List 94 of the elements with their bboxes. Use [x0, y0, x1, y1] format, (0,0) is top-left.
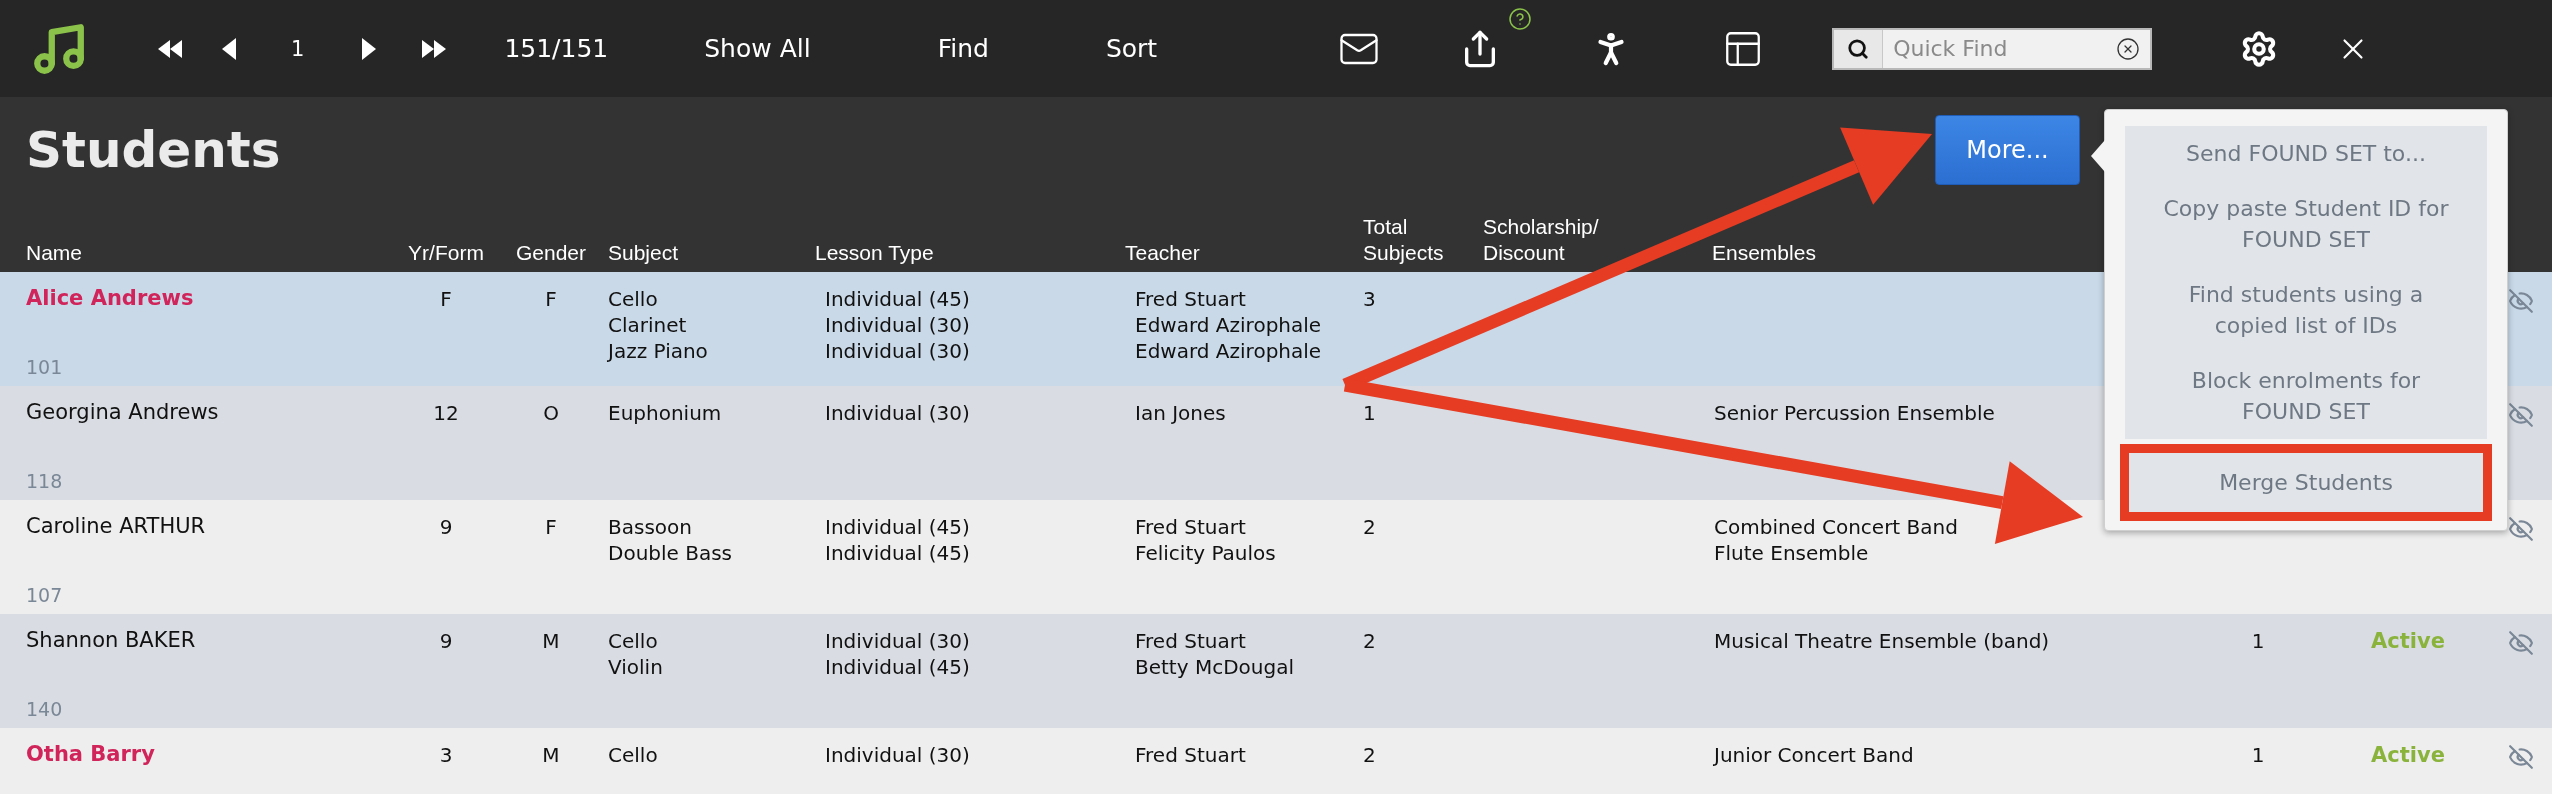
table-cell-text: Individual (30): [825, 628, 971, 654]
table-cell: 1: [2251, 629, 2265, 653]
table-cell-text: Individual (30): [825, 338, 971, 364]
table-cell: 1: [2251, 743, 2265, 767]
table-cell-text: Felicity Paulos: [1135, 540, 1277, 566]
eye-slash-icon[interactable]: [2508, 744, 2534, 770]
eye-slash-icon[interactable]: [2508, 402, 2534, 428]
table-cell-text: Edward Azirophale: [1135, 338, 1323, 364]
table-cell: 2: [1363, 515, 1376, 539]
last-record-icon[interactable]: [422, 39, 447, 58]
table-cell: 9: [439, 629, 453, 653]
clear-icon[interactable]: [2116, 36, 2141, 61]
table-cell-text: Fred Stuart: [1135, 514, 1247, 540]
toolbar-button[interactable]: Show All: [698, 30, 817, 67]
status-text: Active: [2371, 743, 2445, 767]
table-cell-text: Cello: [608, 286, 659, 312]
menu-item[interactable]: Copy paste Student ID for FOUND SET: [2125, 181, 2487, 267]
table-cell: F: [440, 287, 452, 311]
column-header: Scholarship/ Discount: [1482, 213, 1600, 266]
table-cell: 2: [1363, 629, 1376, 653]
student-id: 107: [26, 584, 64, 606]
column-header: Yr/Form: [407, 239, 485, 266]
table-cell-text: Combined Concert Band: [1714, 514, 1959, 540]
table-cell-text: Individual (45): [825, 654, 971, 680]
table-cell: 3: [439, 743, 453, 767]
column-header: Subject: [607, 239, 680, 266]
table-cell-text: Euphonium: [608, 400, 723, 426]
menu-item[interactable]: Find students using a copied list of IDs: [2125, 267, 2487, 353]
toolbar-button[interactable]: Find: [931, 30, 995, 67]
student-id: 140: [26, 698, 64, 720]
more-button[interactable]: More...: [1935, 115, 2080, 185]
student-name: Shannon BAKER: [26, 628, 197, 652]
help-icon[interactable]: [1508, 6, 1533, 31]
table-cell: 2: [1363, 743, 1376, 767]
table-cell: M: [542, 743, 560, 767]
next-record-icon[interactable]: [362, 37, 377, 60]
table-cell-text: Musical Theatre Ensemble (band): [1714, 628, 2051, 654]
table-cell-text: Individual (30): [825, 742, 971, 768]
table-cell-text: Fred Stuart: [1135, 286, 1247, 312]
table-cell: 3: [1363, 287, 1376, 311]
table-cell-text: Jazz Piano: [608, 338, 709, 364]
student-name: Caroline ARTHUR: [26, 514, 207, 538]
first-record-icon[interactable]: [158, 39, 182, 58]
student-id: 101: [26, 356, 64, 378]
table-cell-text: Individual (30): [825, 312, 971, 338]
table-cell: F: [545, 287, 557, 311]
quick-find-field[interactable]: Quick Find: [1883, 36, 2117, 61]
eye-slash-icon[interactable]: [2508, 516, 2534, 542]
column-header: Lesson Type: [814, 239, 935, 266]
search-field[interactable]: Quick Find: [1832, 27, 2153, 70]
table-cell-text: Bassoon: [608, 514, 693, 540]
table-cell-text: Junior Concert Band: [1714, 742, 1915, 768]
menu-item[interactable]: Block enrolments for FOUND SET: [2125, 353, 2487, 439]
table-cell-text: Fred Stuart: [1135, 628, 1247, 654]
previous-record-icon[interactable]: [222, 37, 236, 60]
student-name: Alice Andrews: [26, 286, 195, 310]
page-title: Students: [26, 121, 282, 179]
table-cell: O: [543, 401, 559, 425]
table-cell-text: Ian Jones: [1135, 400, 1227, 426]
table-cell-text: Clarinet: [608, 312, 688, 338]
table-cell-text: Betty McDougal: [1135, 654, 1295, 680]
search-icon: [1847, 37, 1870, 60]
table-cell-text: Flute Ensemble: [1714, 540, 1870, 566]
student-name: Georgina Andrews: [26, 400, 220, 424]
table-cell-text: Individual (45): [825, 514, 971, 540]
student-id: 118: [26, 470, 64, 492]
menu-item[interactable]: Send FOUND SET to...: [2125, 126, 2487, 181]
column-header: Name: [26, 239, 84, 266]
table-cell: 1: [1363, 401, 1376, 425]
student-name: Otha Barry: [26, 742, 156, 766]
record-count: 151/151: [504, 34, 609, 63]
column-header: Ensembles: [1711, 239, 1817, 266]
eye-slash-icon[interactable]: [2508, 288, 2534, 314]
status-text: Active: [2371, 629, 2445, 653]
toolbar-button[interactable]: Sort: [1099, 30, 1164, 67]
table-cell: 9: [439, 515, 453, 539]
table-cell-text: Individual (45): [825, 286, 971, 312]
table-cell-text: Cello: [608, 742, 659, 768]
table-cell-text: Fred Stuart: [1135, 742, 1247, 768]
table-cell: F: [545, 515, 557, 539]
table-cell-text: Cello: [608, 628, 659, 654]
column-header: Teacher: [1124, 239, 1201, 266]
table-cell-text: Individual (30): [825, 400, 971, 426]
eye-slash-icon[interactable]: [2508, 630, 2534, 656]
table-cell-text: Double Bass: [608, 540, 734, 566]
table-cell-text: Senior Percussion Ensemble: [1714, 400, 1996, 426]
column-header: Total Subjects: [1362, 213, 1445, 266]
record-number: 1: [291, 36, 305, 61]
table-cell: M: [542, 629, 560, 653]
table-cell-text: Violin: [608, 654, 664, 680]
table-cell-text: Individual (45): [825, 540, 971, 566]
column-header: Gender: [514, 239, 587, 266]
table-cell-text: Edward Azirophale: [1135, 312, 1323, 338]
table-cell: 12: [433, 401, 459, 425]
